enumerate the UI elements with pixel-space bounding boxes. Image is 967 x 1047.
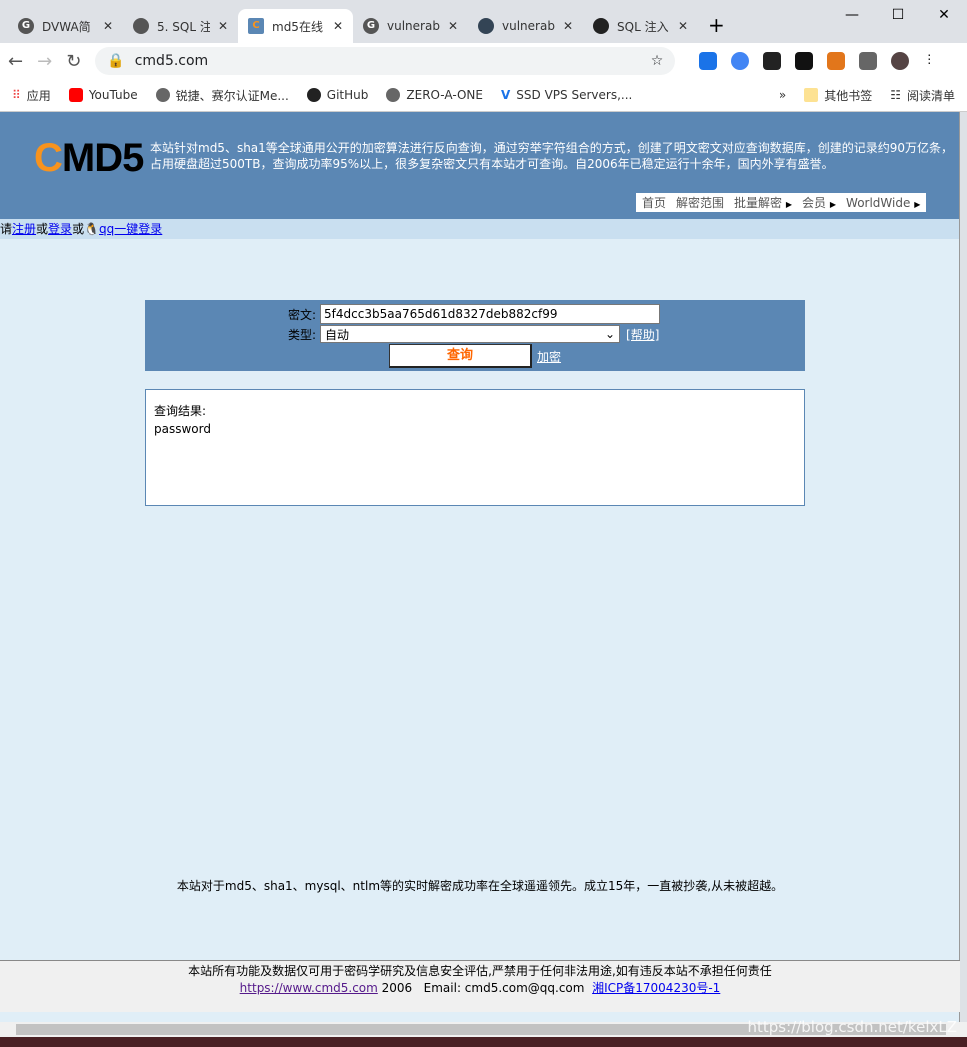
docker-icon (478, 18, 494, 34)
google-icon: G (18, 18, 34, 34)
help-link[interactable]: [帮助] (626, 326, 659, 343)
vultr-icon: V (501, 88, 511, 102)
close-icon[interactable]: ✕ (103, 19, 113, 33)
menu-member[interactable]: 会员 ▶ (802, 194, 836, 211)
apps-icon: ⠿ (12, 88, 21, 102)
globe-icon (386, 88, 401, 102)
toolbar: ← → ↻ 🔒 cmd5.com ☆ ⋮ (0, 43, 967, 79)
qq-icon: 🐧 (84, 222, 100, 236)
tab[interactable]: SQL 注入 ✕ (583, 9, 698, 43)
qq-login-link[interactable]: qq一键登录 (99, 222, 162, 236)
other-bookmarks[interactable]: 其他书签 (804, 87, 872, 104)
translate-icon[interactable] (731, 52, 750, 70)
caret-right-icon: ▶ (914, 199, 921, 209)
result-value: password (154, 422, 211, 436)
github-icon (306, 88, 321, 102)
github-icon (593, 18, 609, 34)
bookmark[interactable]: ZERO-A-ONE (386, 88, 483, 102)
menu-scope[interactable]: 解密范围 (676, 194, 724, 211)
reload-button[interactable]: ↻ (66, 51, 81, 72)
forward-button[interactable]: → (37, 51, 52, 72)
result-box: 查询结果: password (145, 389, 805, 506)
tab[interactable]: vulnerab ✕ (468, 9, 583, 43)
encrypt-link[interactable]: 加密 (537, 348, 561, 365)
query-form: 密文: 类型:自动⌄[帮助] 查询加密 (145, 300, 805, 371)
maximize-button[interactable]: ☐ (875, 0, 921, 30)
login-link[interactable]: 登录 (48, 222, 72, 236)
bookmark-github[interactable]: GitHub (306, 88, 368, 102)
metamask-icon[interactable] (827, 52, 846, 70)
puzzle-icon[interactable] (859, 52, 878, 70)
page: CMD5 本站针对md5、sha1等全球通用公开的加密算法进行反向查询，通过穷举… (0, 112, 960, 1022)
close-icon[interactable]: ✕ (333, 19, 343, 33)
menu-icon[interactable]: ⋮ (923, 52, 941, 70)
back-button[interactable]: ← (8, 51, 23, 72)
globe-icon (155, 88, 170, 102)
login-bar: 请注册或登录或🐧qq一键登录 (0, 219, 959, 239)
new-tab-button[interactable]: + (698, 13, 735, 43)
close-window-button[interactable]: ✕ (921, 0, 967, 30)
query-button[interactable]: 查询 (389, 344, 532, 368)
caret-right-icon: ▶ (785, 200, 793, 209)
tab-active[interactable]: Cmd5在线 ✕ (238, 9, 353, 43)
bookmark[interactable]: V SSD VPS Servers,... (501, 88, 632, 102)
lock-icon: 🔒 (107, 53, 125, 69)
close-icon[interactable]: ✕ (218, 19, 228, 33)
result-label: 查询结果: (154, 404, 207, 418)
tab-strip: G DVWA简 ✕ 5. SQL 注 ✕ Cmd5在线 ✕ Gvulnerab ✕ vul… (0, 0, 967, 43)
footer: 本站所有功能及数据仅可用于密码学研究及信息安全评估,严禁用于任何非法用途,如有违… (0, 960, 960, 1012)
bookmarks-bar: ⠿ 应用 YouTube 锐捷、赛尔认证Me... GitHub ZERO-A-O… (0, 79, 967, 112)
register-link[interactable]: 注册 (12, 222, 36, 236)
qr-icon[interactable] (763, 52, 782, 70)
avatar[interactable] (891, 52, 910, 70)
slogan: 本站对于md5、sha1、mysql、ntlm等的实时解密成功率在全球遥遥领先。… (176, 879, 784, 893)
folder-icon (804, 88, 819, 102)
google-icon: G (363, 18, 379, 34)
star-icon[interactable]: ☆ (651, 53, 664, 69)
cipher-input[interactable] (320, 304, 661, 324)
cmd5-logo[interactable]: CMD5 (34, 136, 144, 181)
bookmark-youtube[interactable]: YouTube (68, 88, 138, 102)
reading-list-icon: ☷ (890, 88, 901, 102)
icp-link[interactable]: 湘ICP备17004230号-1 (592, 981, 720, 995)
address-bar[interactable]: 🔒 cmd5.com ☆ (95, 47, 676, 75)
site-header: CMD5 本站针对md5、sha1等全球通用公开的加密算法进行反向查询，通过穷举… (0, 112, 959, 219)
reading-list[interactable]: ☷ 阅读清单 (890, 87, 955, 104)
site-menu: 首页 解密范围 批量解密 ▶ 会员 ▶ WorldWide ▶ (636, 193, 927, 212)
close-icon[interactable]: ✕ (448, 19, 458, 33)
close-icon[interactable]: ✕ (563, 19, 573, 33)
minimize-button[interactable]: — (829, 0, 875, 30)
taskbar (0, 1037, 967, 1047)
caret-right-icon: ▶ (829, 200, 837, 209)
globe-icon (133, 18, 149, 34)
menu-home[interactable]: 首页 (642, 194, 666, 211)
extension-icon[interactable] (795, 52, 814, 70)
menu-worldwide[interactable]: WorldWide ▶ (846, 196, 920, 210)
tab[interactable]: 5. SQL 注 ✕ (123, 9, 238, 43)
tab[interactable]: G DVWA简 ✕ (8, 9, 123, 43)
site-url-link[interactable]: https://www.cmd5.com (240, 981, 378, 995)
watermark: https://blog.csdn.net/kelxLZ (747, 1018, 957, 1036)
site-intro: 本站针对md5、sha1等全球通用公开的加密算法进行反向查询，通过穷举字符组合的… (150, 141, 954, 171)
bookmark-apps[interactable]: ⠿ 应用 (12, 87, 51, 104)
extension-icon[interactable] (699, 52, 718, 70)
youtube-icon (68, 88, 83, 102)
bookmark[interactable]: 锐捷、赛尔认证Me... (155, 87, 289, 104)
menu-batch[interactable]: 批量解密 ▶ (734, 194, 792, 211)
close-icon[interactable]: ✕ (678, 19, 688, 33)
more-bookmarks-icon[interactable]: » (779, 88, 786, 102)
chevron-down-icon: ⌄ (604, 327, 616, 341)
tab[interactable]: Gvulnerab ✕ (353, 9, 468, 43)
type-select[interactable]: 自动 ⌄ (320, 325, 621, 343)
cmd5-icon: C (248, 18, 264, 34)
